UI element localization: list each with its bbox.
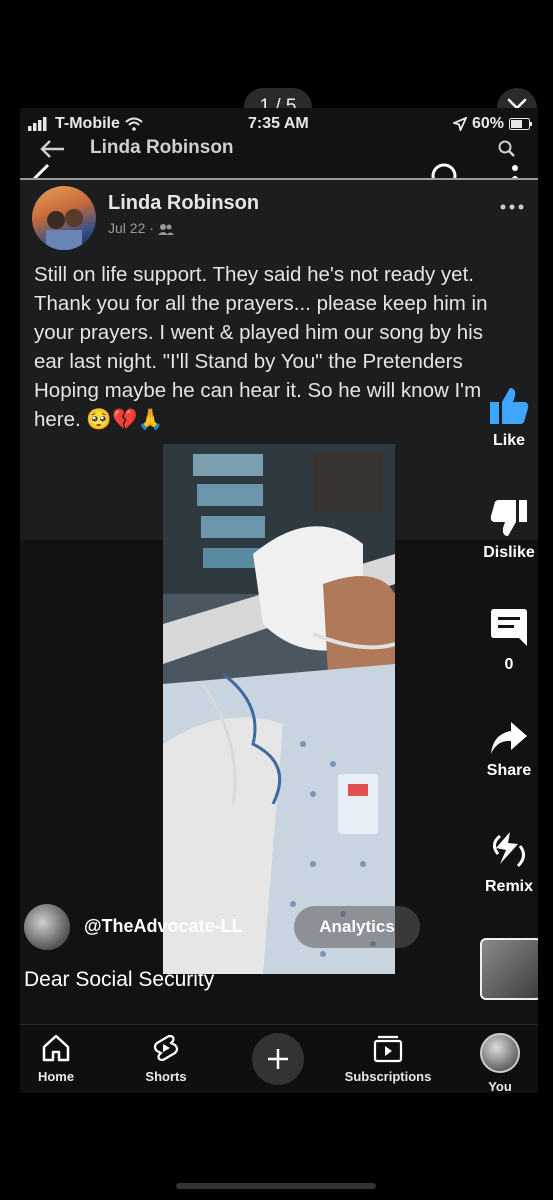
home-icon xyxy=(42,1034,70,1062)
post-meta: Jul 22 · xyxy=(108,220,174,236)
shorts-screenshot: T-Mobile 7:35 AM 60% Linda Robinson Lind… xyxy=(20,108,538,1093)
nav-home[interactable]: Home xyxy=(20,1033,106,1084)
you-avatar xyxy=(480,1033,520,1073)
battery-icon xyxy=(509,118,532,130)
nav-you[interactable]: You xyxy=(450,1033,538,1093)
remix-label: Remix xyxy=(484,878,534,895)
facebook-header: Linda Robinson xyxy=(20,134,538,164)
dislike-button[interactable]: Dislike xyxy=(460,498,538,562)
hospital-photo xyxy=(163,444,395,974)
post-text: Still on life support. They said he's no… xyxy=(34,263,488,431)
nav-subscriptions[interactable]: Subscriptions xyxy=(338,1033,438,1084)
like-button[interactable]: Like xyxy=(460,386,538,450)
nav-shorts-label: Shorts xyxy=(145,1069,187,1084)
remix-button[interactable]: Remix xyxy=(460,830,538,896)
carrier-name: T-Mobile xyxy=(55,115,120,132)
nav-subscriptions-label: Subscriptions xyxy=(344,1069,432,1084)
fb-header-name: Linda Robinson xyxy=(90,137,234,158)
post-author: Linda Robinson xyxy=(108,192,260,214)
plus-icon xyxy=(268,1049,288,1069)
channel-handle[interactable]: @TheAdvocate-LL xyxy=(84,916,243,937)
battery-percent: 60% xyxy=(471,115,504,132)
fb-search-icon xyxy=(498,140,515,157)
wifi-icon xyxy=(125,117,143,131)
comment-icon xyxy=(491,609,527,646)
create-button[interactable] xyxy=(252,1033,304,1085)
dislike-icon xyxy=(490,500,527,536)
sound-thumbnail[interactable] xyxy=(480,938,538,1000)
subscriptions-icon xyxy=(373,1035,403,1063)
post-more-icon xyxy=(500,204,524,210)
remix-icon xyxy=(493,832,525,868)
bottom-navigation: Home Shorts Subscriptions You xyxy=(20,1024,538,1093)
nav-home-label: Home xyxy=(37,1069,75,1084)
share-label: Share xyxy=(486,762,532,779)
status-time: 7:35 AM xyxy=(248,115,309,132)
nav-you-label: You xyxy=(488,1079,512,1093)
post-date: Jul 22 · xyxy=(108,220,154,236)
like-label: Like xyxy=(492,432,525,449)
share-button[interactable]: Share xyxy=(460,720,538,780)
share-icon xyxy=(491,722,527,754)
friends-icon xyxy=(157,224,174,236)
comments-count: 0 xyxy=(504,656,514,673)
author-avatar xyxy=(32,186,96,250)
channel-avatar[interactable] xyxy=(24,904,70,950)
analytics-button[interactable]: Analytics xyxy=(294,906,420,948)
home-indicator xyxy=(176,1183,376,1189)
location-icon xyxy=(452,117,467,131)
dislike-label: Dislike xyxy=(483,544,535,561)
channel-row: @TheAdvocate-LL Analytics xyxy=(24,904,424,952)
comments-button[interactable]: 0 xyxy=(460,608,538,674)
video-title[interactable]: Dear Social Security xyxy=(24,968,214,992)
fb-back-arrow-icon xyxy=(40,140,64,158)
like-icon xyxy=(490,388,529,424)
nav-shorts[interactable]: Shorts xyxy=(116,1033,216,1084)
signal-icon xyxy=(28,117,47,131)
shorts-icon xyxy=(153,1034,179,1062)
